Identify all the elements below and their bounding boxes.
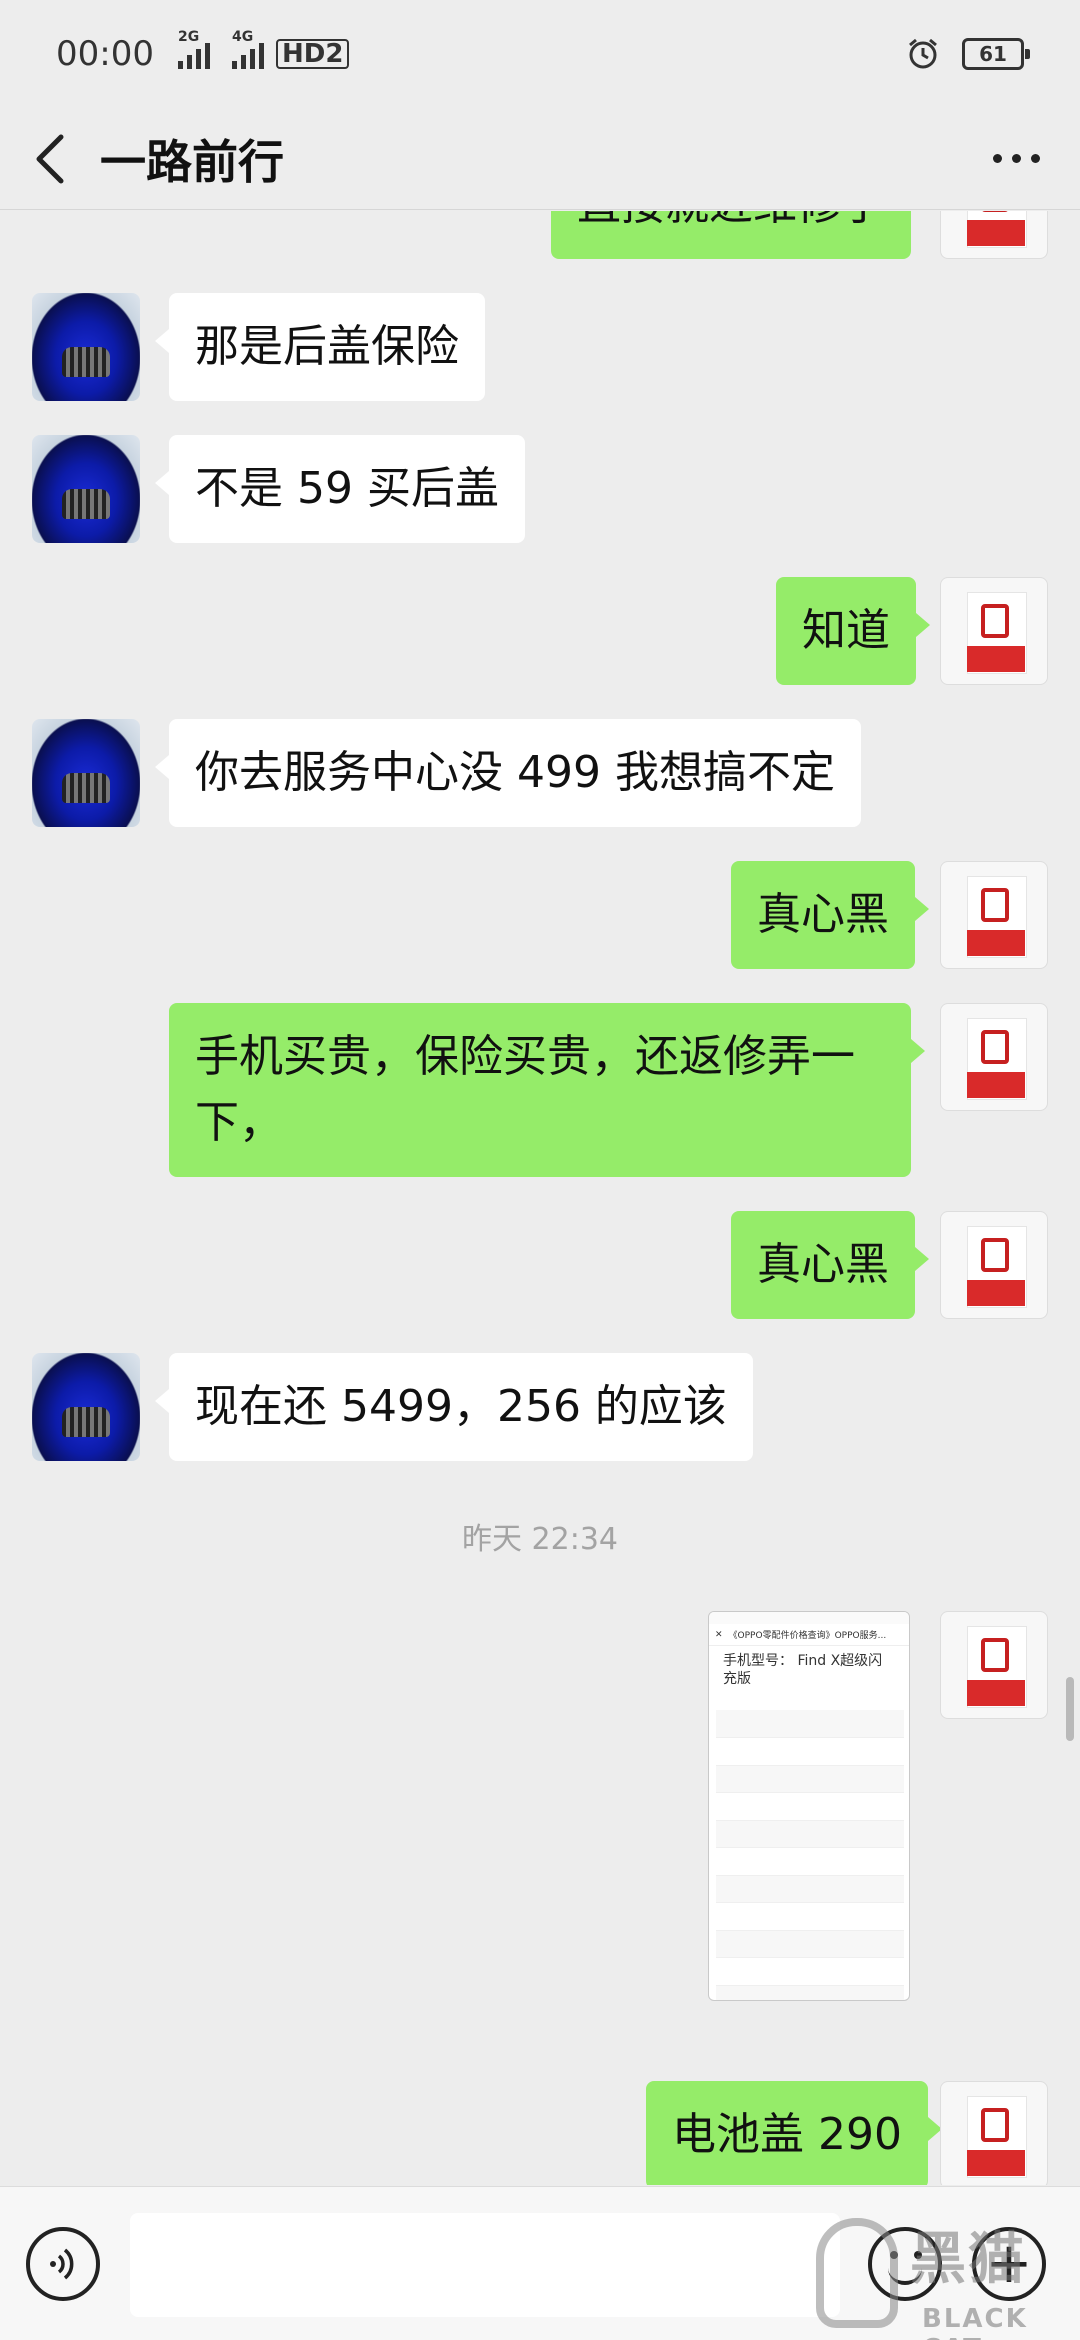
thumbnail-title: 《OPPO零配件价格查询》OPPO服务...: [728, 1631, 887, 1641]
more-dots-icon: [993, 154, 1002, 163]
network-type-label-2: 4G: [231, 29, 254, 45]
message-bubble[interactable]: 不是 59 买后盖: [155, 435, 525, 543]
watermark-logo: 黑猫 BLACK CAT: [810, 2212, 1080, 2340]
message-bubble[interactable]: 那是后盖保险: [155, 293, 485, 401]
avatar-contact[interactable]: [32, 719, 140, 827]
scrollbar-thumb[interactable]: [1066, 1677, 1074, 1741]
avatar-self[interactable]: [940, 211, 1048, 259]
chat-title: 一路前行: [100, 134, 284, 189]
battery-level: 61: [979, 42, 1007, 66]
message-bubble[interactable]: 电池盖 290: [646, 2081, 942, 2185]
alarm-icon: [909, 38, 937, 69]
message-bubble[interactable]: 直接就近维修了: [551, 211, 911, 259]
avatar-self[interactable]: [940, 577, 1048, 685]
watermark-brand-en: BLACK CAT: [922, 2304, 1028, 2340]
cat-logo-icon: [816, 2218, 898, 2328]
message-input[interactable]: [130, 2213, 840, 2317]
message-bubble[interactable]: 现在还 5499，256 的应该: [155, 1353, 753, 1461]
image-message[interactable]: ✕ 《OPPO零配件价格查询》OPPO服务... 手机型号： Find X超级闪…: [708, 1611, 910, 2001]
signal-icon-2: 4G: [231, 29, 264, 69]
voice-button[interactable]: [26, 2227, 100, 2301]
message-bubble[interactable]: 真心黑: [731, 861, 929, 969]
thumbnail-status-bar: [709, 1612, 909, 1624]
status-time: 00:00: [56, 34, 154, 74]
avatar-self[interactable]: [940, 861, 1048, 969]
network-type-label: 2G: [177, 29, 200, 45]
message-bubble[interactable]: 真心黑: [731, 1211, 929, 1319]
avatar-self[interactable]: [940, 1611, 1048, 1719]
avatar-self[interactable]: [940, 1211, 1048, 1319]
thumbnail-model-label: 手机型号： Find X超级闪充版: [723, 1653, 883, 1687]
close-icon: ✕: [715, 1629, 723, 1640]
thumbnail-price-table: [716, 1710, 904, 2000]
thumbnail-header: ✕ 《OPPO零配件价格查询》OPPO服务...: [709, 1624, 909, 1646]
avatar-self[interactable]: [940, 1003, 1048, 1111]
message-list[interactable]: 直接就近维修了 那是后盖保险 不是 59 买后盖 知道 你去服务中心没 499 …: [0, 211, 1080, 2185]
more-options-button[interactable]: [993, 154, 1040, 163]
voice-icon: [50, 2248, 74, 2280]
status-bar: 00:00 2G 4G HD2 61: [0, 0, 1080, 108]
message-bubble[interactable]: 手机买贵，保险买贵，还返修弄一下，: [169, 1003, 925, 1177]
chat-header: 一路前行: [0, 108, 1080, 210]
signal-icon: 2G: [177, 29, 210, 69]
hd-badge: HD2: [275, 39, 350, 69]
avatar-contact[interactable]: [32, 1353, 140, 1461]
chat-timestamp: 昨天 22:34: [462, 1522, 618, 1557]
avatar-contact[interactable]: [32, 435, 140, 543]
message-bubble[interactable]: 知道: [776, 577, 930, 685]
chevron-left-icon: [36, 134, 64, 183]
avatar-contact[interactable]: [32, 293, 140, 401]
message-bubble[interactable]: 你去服务中心没 499 我想搞不定: [155, 719, 861, 827]
back-button[interactable]: [0, 108, 100, 210]
watermark-brand-cn: 黑猫: [910, 2227, 1026, 2292]
battery-indicator: 61: [962, 38, 1030, 70]
avatar-self[interactable]: [940, 2081, 1048, 2185]
